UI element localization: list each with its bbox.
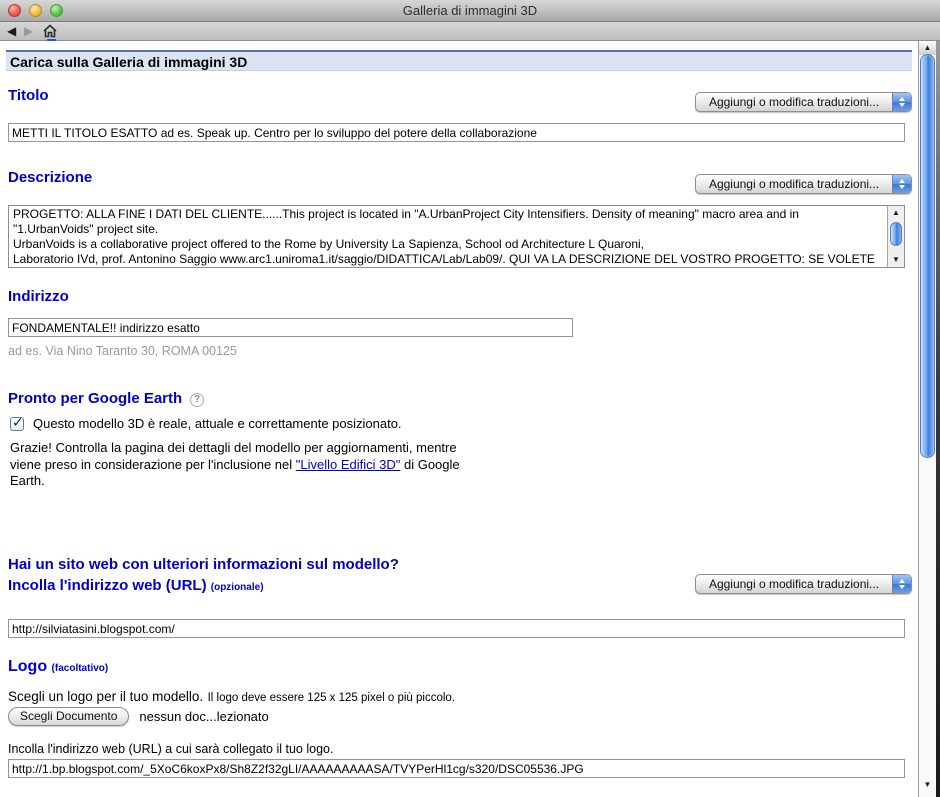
indirizzo-heading: Indirizzo xyxy=(8,288,69,305)
indirizzo-input[interactable] xyxy=(8,318,573,337)
home-icon[interactable] xyxy=(42,23,58,39)
dropdown-arrows-icon xyxy=(892,175,911,193)
translations-dropdown-descrizione[interactable]: Aggiungi o modifica traduzioni... xyxy=(695,174,912,194)
descrizione-heading: Descrizione xyxy=(8,169,92,186)
logo-choose-row: Scegli Documento nessun doc...lezionato xyxy=(8,707,269,726)
help-icon[interactable]: ? xyxy=(190,393,204,407)
website-url-input[interactable] xyxy=(8,619,905,638)
page-content: Carica sulla Galleria di immagini 3D Tit… xyxy=(0,41,918,797)
real-model-checkbox-label: Questo modello 3D è reale, attuale e cor… xyxy=(33,416,402,431)
translations-dropdown-website[interactable]: Aggiungi o modifica traduzioni... xyxy=(695,574,912,594)
scroll-up-icon[interactable]: ▲ xyxy=(888,207,904,219)
window-title: Galleria di immagini 3D xyxy=(0,3,940,18)
descrizione-scrollbar[interactable]: ▲ ▼ xyxy=(887,206,904,267)
translations-dropdown-label: Aggiungi o modifica traduzioni... xyxy=(696,95,892,109)
google-earth-thanks-text: Grazie! Controlla la pagina dei dettagli… xyxy=(10,440,484,490)
back-icon[interactable]: ◀ xyxy=(7,23,16,39)
logo-instruction: Scegli un logo per il tuo modello. xyxy=(8,689,203,704)
google-earth-heading: Pronto per Google Earth? xyxy=(8,390,204,407)
scroll-down-icon[interactable]: ▼ xyxy=(919,778,936,792)
logo-instruction-row: Scegli un logo per il tuo modello. Il lo… xyxy=(8,688,455,706)
descrizione-text: PROGETTO: ALLA FINE I DATI DEL CLIENTE..… xyxy=(13,207,884,266)
dropdown-arrows-icon xyxy=(892,93,911,111)
checkmark-icon: ✓ xyxy=(12,414,24,431)
titolo-heading: Titolo xyxy=(8,87,49,104)
no-file-selected-label: nessun doc...lezionato xyxy=(139,709,268,724)
logo-size-note: Il logo deve essere 125 x 125 pixel o pi… xyxy=(208,692,455,704)
website-optional-label: (opzionale) xyxy=(211,582,264,593)
scroll-up-icon[interactable]: ▲ xyxy=(919,41,936,55)
scroll-down-icon[interactable]: ▼ xyxy=(888,254,904,266)
website-heading-line2: Incolla l'indirizzo web (URL) (opzionale… xyxy=(8,577,264,594)
translations-dropdown-label: Aggiungi o modifica traduzioni... xyxy=(696,177,892,191)
logo-optional-label: (facoltativo) xyxy=(52,663,109,674)
livello-edifici-link[interactable]: "Livello Edifici 3D" xyxy=(296,457,401,472)
logo-url-input[interactable] xyxy=(8,759,905,778)
titolo-input[interactable] xyxy=(8,123,905,142)
scrollbar-thumb[interactable] xyxy=(890,222,902,246)
logo-url-label: Incolla l'indirizzo web (URL) a cui sarà… xyxy=(8,742,333,756)
dropdown-arrows-icon xyxy=(892,575,911,593)
translations-dropdown-titolo[interactable]: Aggiungi o modifica traduzioni... xyxy=(695,92,912,112)
google-earth-heading-text: Pronto per Google Earth xyxy=(8,390,182,407)
titlebar: Galleria di immagini 3D xyxy=(0,0,940,22)
real-model-checkbox[interactable]: ✓ xyxy=(10,417,24,431)
logo-heading: Logo (facoltativo) xyxy=(8,658,108,676)
descrizione-textarea[interactable]: PROGETTO: ALLA FINE I DATI DEL CLIENTE..… xyxy=(8,205,905,268)
scrollbar-thumb[interactable] xyxy=(920,54,935,458)
translations-dropdown-label: Aggiungi o modifica traduzioni... xyxy=(696,577,892,591)
window-right-edge xyxy=(936,41,940,797)
website-heading-line2-text: Incolla l'indirizzo web (URL) xyxy=(8,577,207,594)
choose-file-button[interactable]: Scegli Documento xyxy=(8,707,129,726)
page-title: Carica sulla Galleria di immagini 3D xyxy=(6,50,912,71)
forward-icon[interactable]: ▶ xyxy=(24,23,33,39)
browser-toolbar: ◀ ▶ xyxy=(0,22,940,41)
window-scrollbar[interactable]: ▲ ▼ xyxy=(918,41,936,797)
indirizzo-hint: ad es. Via Nino Taranto 30, ROMA 00125 xyxy=(8,344,237,358)
website-heading-line1: Hai un sito web con ulteriori informazio… xyxy=(8,556,399,573)
google-earth-checkbox-row: ✓ Questo modello 3D è reale, attuale e c… xyxy=(10,416,402,431)
logo-heading-text: Logo xyxy=(8,658,47,675)
browser-window: Galleria di immagini 3D ◀ ▶ Carica sulla… xyxy=(0,0,940,797)
